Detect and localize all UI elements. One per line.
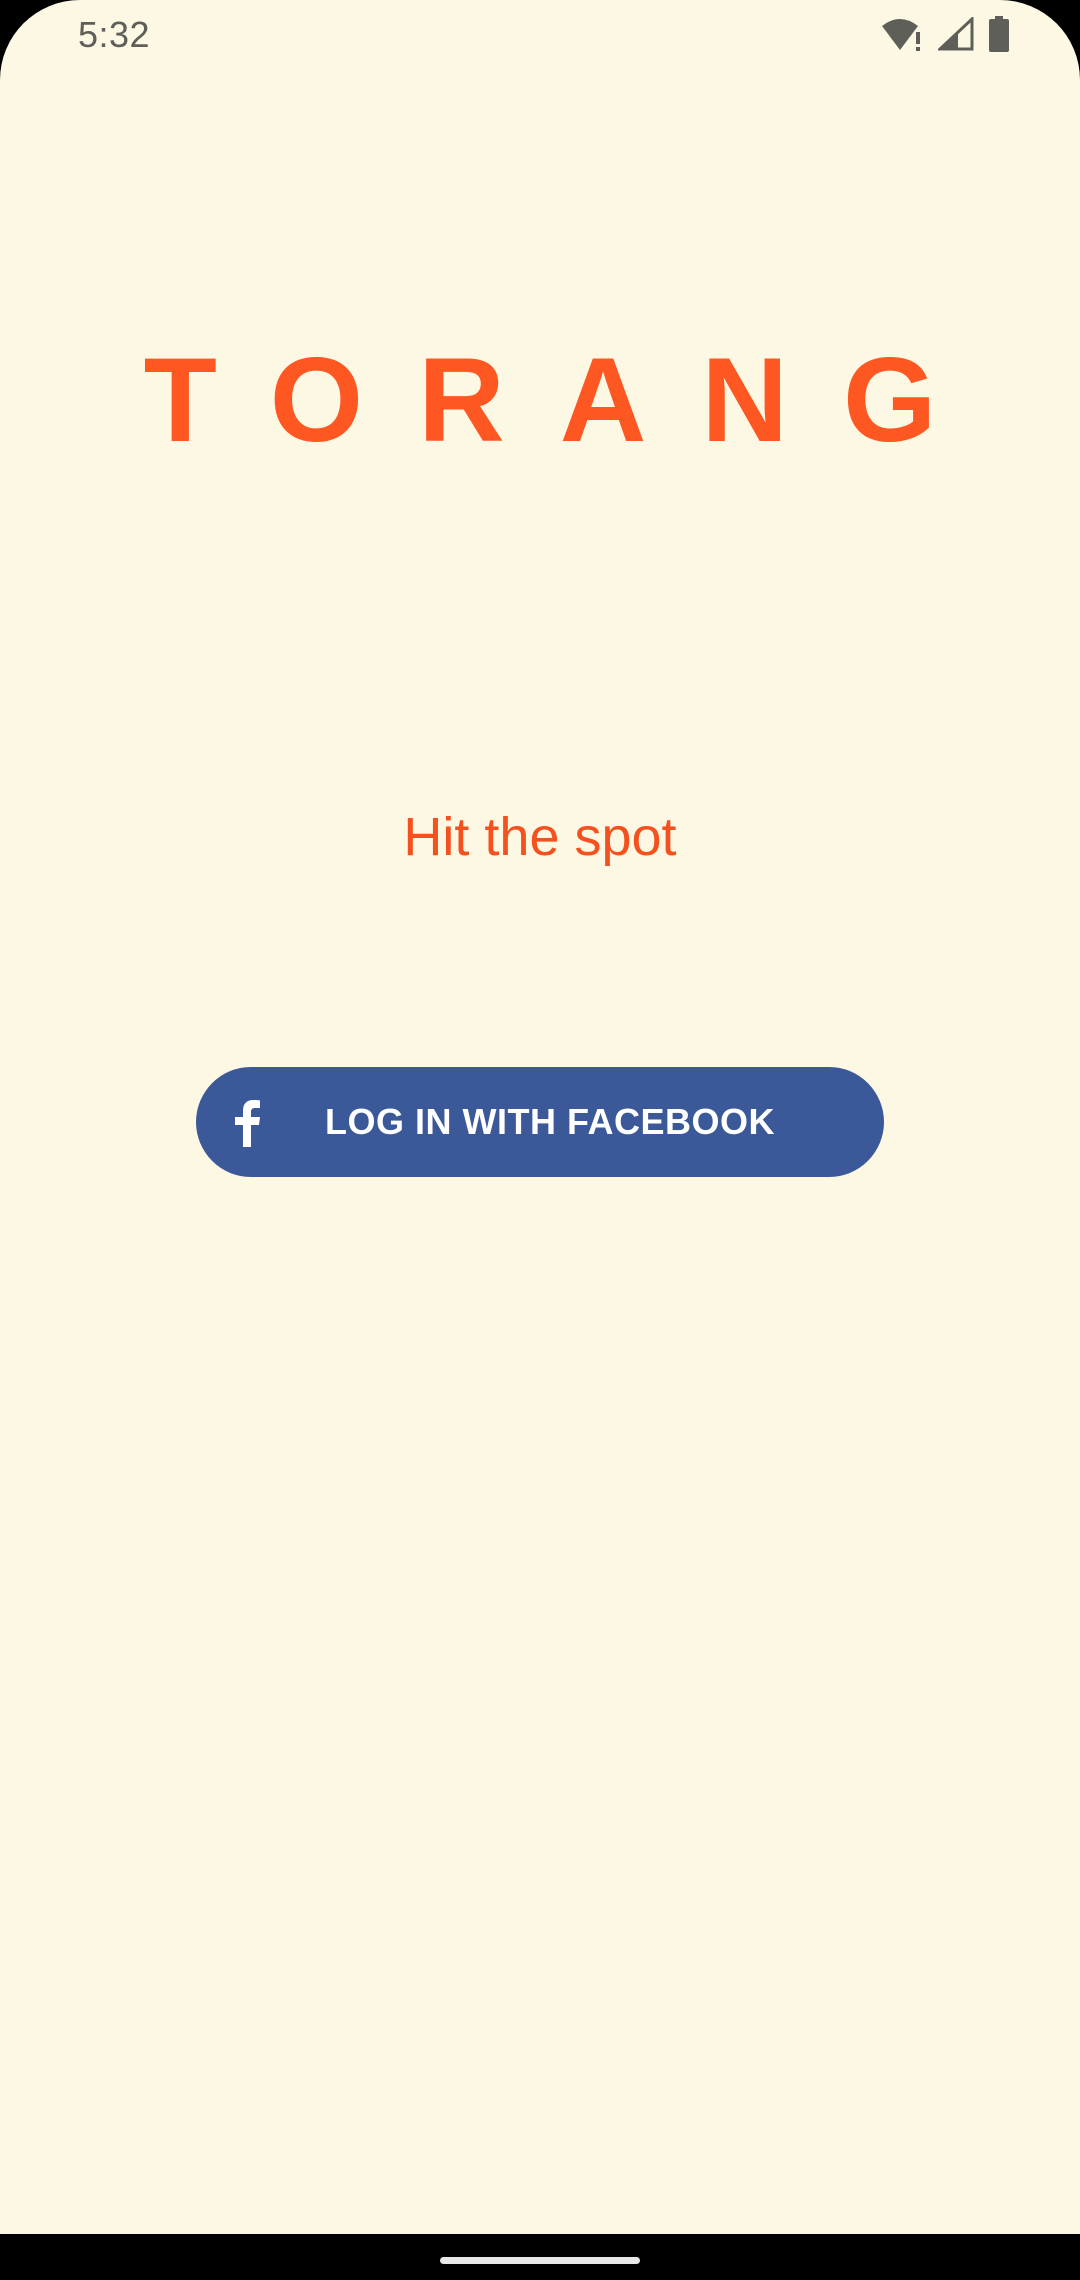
facebook-login-button[interactable]: LOG IN WITH FACEBOOK <box>196 1067 884 1177</box>
app-title: TORANG <box>143 333 992 467</box>
cellular-signal-icon <box>938 17 974 51</box>
wifi-alert-icon <box>880 16 924 52</box>
facebook-f-icon <box>235 1100 260 1147</box>
login-screen: 5:32 TORANG Hit the spot LOG IN WITH FAC… <box>0 0 1080 2280</box>
status-icons <box>880 16 1010 52</box>
navigation-bar <box>0 2234 1080 2280</box>
home-gesture-handle[interactable] <box>440 2257 640 2264</box>
status-time: 5:32 <box>78 14 151 55</box>
battery-icon <box>988 16 1010 52</box>
status-bar: 5:32 <box>0 0 1080 72</box>
app-tagline: Hit the spot <box>403 807 677 867</box>
facebook-login-label: LOG IN WITH FACEBOOK <box>325 1101 775 1142</box>
